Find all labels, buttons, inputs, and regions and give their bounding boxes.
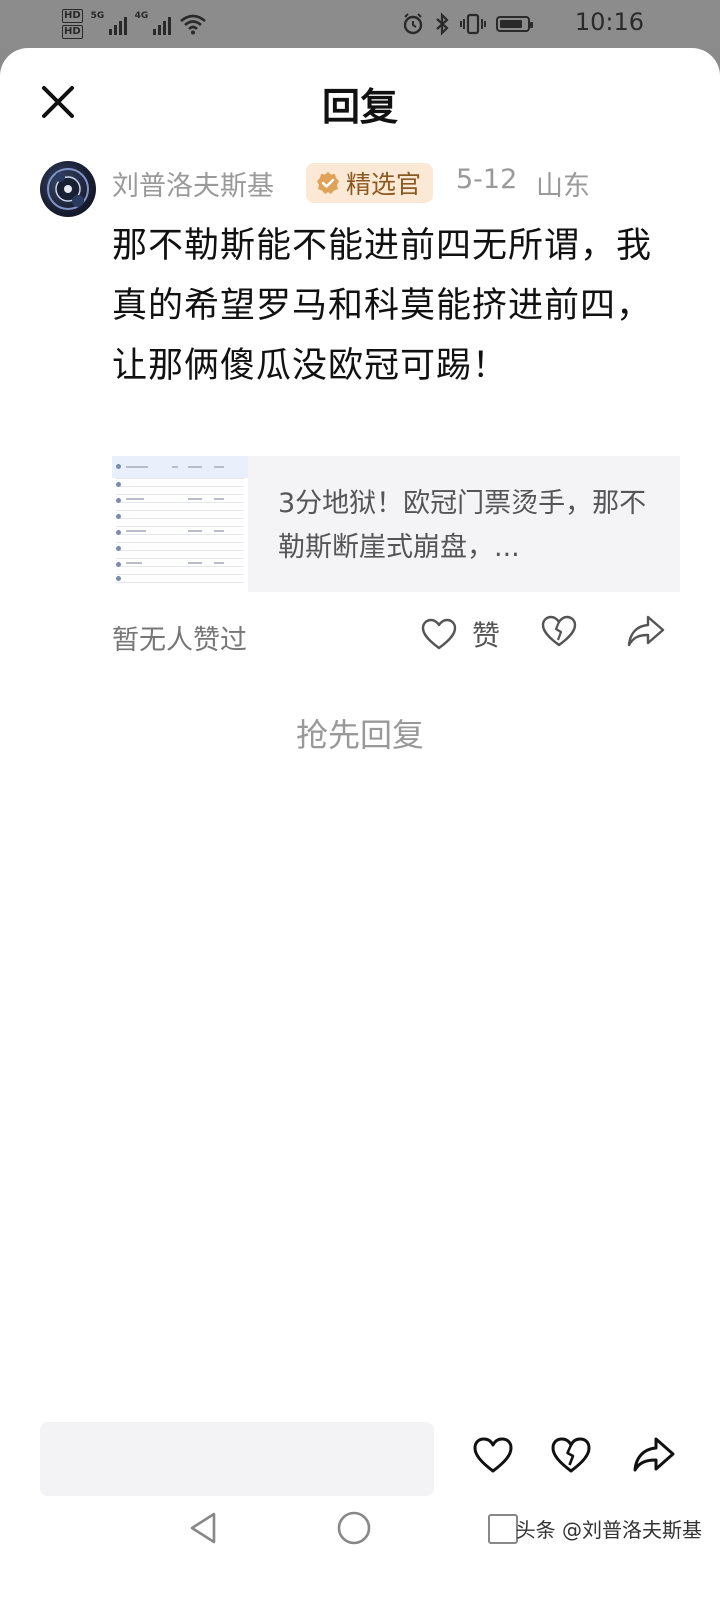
- heart-icon: [421, 618, 457, 650]
- bottom-share-button[interactable]: [632, 1436, 676, 1478]
- wifi-icon: [179, 14, 206, 35]
- vibrate-icon: [460, 13, 486, 35]
- hd-badge-bottom: HD: [62, 25, 83, 39]
- broken-heart-icon: [551, 1437, 591, 1473]
- like-button[interactable]: 赞: [420, 614, 500, 654]
- curator-badge: 精选官: [306, 163, 434, 203]
- share-button[interactable]: [626, 614, 666, 652]
- first-reply-prompt[interactable]: 抢先回复: [0, 710, 720, 756]
- article-thumbnail: [112, 456, 248, 592]
- back-triangle-icon: [190, 1512, 216, 1544]
- avatar-image: [47, 168, 89, 210]
- author-name[interactable]: 刘普洛夫斯基: [112, 164, 274, 203]
- nav-recents-button[interactable]: [488, 1514, 518, 1544]
- status-bar: HD HD 5G 4G 10:16: [0, 0, 720, 48]
- hd-indicator: HD HD: [62, 9, 83, 39]
- like-label: 赞: [472, 619, 501, 652]
- share-arrow-icon: [633, 1437, 675, 1472]
- badge-check-icon: [317, 172, 339, 194]
- comment-actions: 暂无人赞过 赞: [112, 608, 680, 664]
- heart-icon: [473, 1437, 513, 1473]
- status-bar-right: [402, 8, 533, 40]
- nav-back-button[interactable]: [186, 1510, 222, 1546]
- hd-badge-top: HD: [62, 9, 83, 23]
- share-arrow-icon: [627, 615, 665, 647]
- watermark: 头条 @刘普洛夫斯基: [515, 1518, 702, 1542]
- broken-heart-icon: [541, 615, 577, 647]
- battery-level: [500, 20, 522, 28]
- likes-status: 暂无人赞过: [112, 625, 247, 656]
- signal-4g-label: 4G: [134, 11, 149, 21]
- avatar[interactable]: [40, 161, 96, 217]
- badge-label: 精选官: [346, 170, 422, 199]
- signal-5g-icon: 5G: [90, 11, 127, 35]
- article-title: 3分地狱！欧冠门票烫手，那不勒斯断崖式崩盘，...: [278, 488, 647, 563]
- battery-icon: [496, 16, 533, 32]
- bluetooth-icon: [436, 12, 449, 36]
- alarm-icon: [403, 13, 423, 35]
- comment-date: 5-12: [456, 164, 518, 195]
- signal-5g-label: 5G: [90, 11, 105, 21]
- status-bar-left: HD HD 5G 4G: [62, 6, 207, 42]
- bottom-dislike-button[interactable]: [550, 1436, 592, 1478]
- signal-4g-icon: 4G: [134, 11, 171, 35]
- comment-text: 那不勒斯能不能进前四无所谓，我真的希望罗马和科莫能挤进前四，让那俩傻瓜没欧冠可踢…: [112, 226, 653, 386]
- reply-sheet: 回复 刘普洛夫斯基 精选官 5-12 山东 那不勒斯能不能进前四无所谓，我真的希…: [0, 48, 720, 1600]
- nav-home-button[interactable]: [336, 1510, 372, 1546]
- page-title: 回复: [321, 85, 398, 129]
- dislike-button[interactable]: [540, 614, 578, 652]
- bottom-like-button[interactable]: [472, 1436, 514, 1478]
- comment-location: 山东: [536, 171, 590, 202]
- reply-input[interactable]: [40, 1422, 434, 1496]
- article-link-card[interactable]: 3分地狱！欧冠门票烫手，那不勒斯断崖式崩盘，...: [112, 456, 680, 592]
- home-circle-icon: [337, 1511, 371, 1545]
- status-time: 10:16: [574, 8, 644, 36]
